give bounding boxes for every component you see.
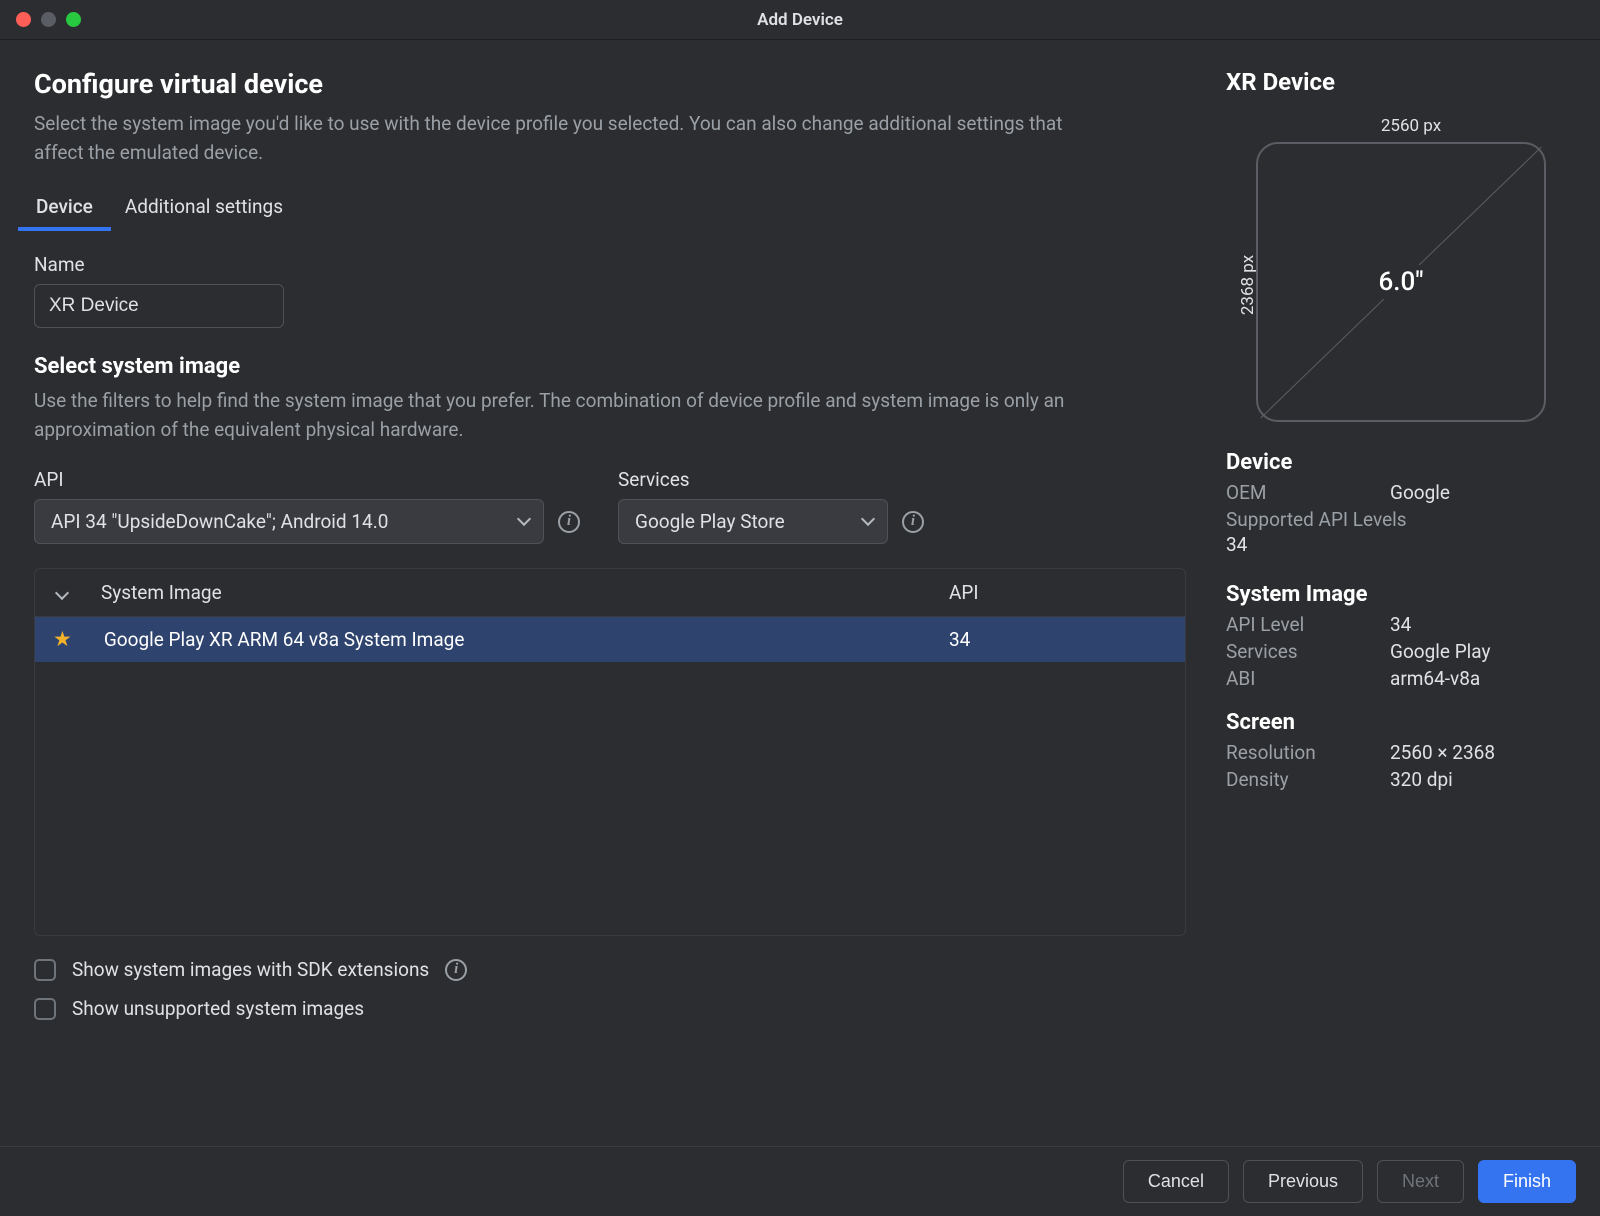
content-area: Configure virtual device Select the syst… xyxy=(0,40,1600,1146)
minimize-window-button[interactable] xyxy=(41,12,56,27)
detail-row-density: Density 320 dpi xyxy=(1226,768,1566,791)
window-title: Add Device xyxy=(757,10,843,30)
info-icon[interactable]: i xyxy=(558,511,580,533)
services-dropdown-value: Google Play Store xyxy=(635,510,785,533)
button-bar: Cancel Previous Next Finish xyxy=(0,1146,1600,1216)
column-api[interactable]: API xyxy=(949,581,1169,604)
api-level-label: API Level xyxy=(1226,613,1390,636)
abi-value: arm64-v8a xyxy=(1390,667,1480,690)
detail-row-resolution: Resolution 2560 × 2368 xyxy=(1226,741,1566,764)
side-panel: XR Device 2560 px 2368 px 6.0" Device OE… xyxy=(1226,68,1566,1146)
row-api: 34 xyxy=(949,628,1169,651)
info-icon[interactable]: i xyxy=(445,959,467,981)
api-dropdown-value: API 34 "UpsideDownCake"; Android 14.0 xyxy=(51,510,388,533)
detail-screen: Screen Resolution 2560 × 2368 Density 32… xyxy=(1226,710,1566,795)
api-levels-value: 34 xyxy=(1226,533,1566,556)
sdk-extensions-option: Show system images with SDK extensions i xyxy=(34,958,1186,981)
detail-system-image-heading: System Image xyxy=(1226,582,1566,607)
tabs: Device Additional settings xyxy=(34,185,1186,231)
detail-device-heading: Device xyxy=(1226,450,1566,475)
chevron-down-icon xyxy=(861,512,875,526)
detail-row-oem: OEM Google xyxy=(1226,481,1566,504)
device-preview: 2560 px 2368 px 6.0" xyxy=(1226,116,1566,422)
unsupported-checkbox[interactable] xyxy=(34,998,56,1020)
unsupported-label: Show unsupported system images xyxy=(72,997,364,1020)
finish-button[interactable]: Finish xyxy=(1478,1160,1576,1203)
tab-additional-settings[interactable]: Additional settings xyxy=(123,185,285,230)
filter-row: API API 34 "UpsideDownCake"; Android 14.… xyxy=(34,468,1186,544)
chevron-down-icon[interactable] xyxy=(55,585,69,599)
density-value: 320 dpi xyxy=(1390,768,1453,791)
api-filter-label: API xyxy=(34,468,580,491)
info-icon[interactable]: i xyxy=(902,511,924,533)
page-title: Configure virtual device xyxy=(34,68,1186,100)
detail-screen-heading: Screen xyxy=(1226,710,1566,735)
services-label: Services xyxy=(1226,640,1390,663)
api-filter-control: API 34 "UpsideDownCake"; Android 14.0 i xyxy=(34,499,580,544)
sdk-extensions-label: Show system images with SDK extensions xyxy=(72,958,429,981)
detail-system-image: System Image API Level 34 Services Googl… xyxy=(1226,582,1566,694)
density-label: Density xyxy=(1226,768,1390,791)
previous-button[interactable]: Previous xyxy=(1243,1160,1363,1203)
chevron-down-icon xyxy=(517,512,531,526)
cancel-button[interactable]: Cancel xyxy=(1123,1160,1229,1203)
name-label: Name xyxy=(34,253,1186,276)
system-image-description: Use the filters to help find the system … xyxy=(34,387,1094,444)
system-image-table: System Image API ★ Google Play XR ARM 64… xyxy=(34,568,1186,936)
titlebar: Add Device xyxy=(0,0,1600,40)
api-filter-block: API API 34 "UpsideDownCake"; Android 14.… xyxy=(34,468,580,544)
device-name-input[interactable] xyxy=(34,284,284,328)
row-name: Google Play XR ARM 64 v8a System Image xyxy=(104,628,949,651)
detail-device: Device OEM Google Supported API Levels 3… xyxy=(1226,450,1566,566)
api-dropdown[interactable]: API 34 "UpsideDownCake"; Android 14.0 xyxy=(34,499,544,544)
abi-label: ABI xyxy=(1226,667,1390,690)
maximize-window-button[interactable] xyxy=(66,12,81,27)
sdk-extensions-checkbox[interactable] xyxy=(34,959,56,981)
window: Add Device Configure virtual device Sele… xyxy=(0,0,1600,1216)
tab-device[interactable]: Device xyxy=(34,185,95,230)
next-button: Next xyxy=(1377,1160,1464,1203)
device-diagonal-size: 6.0" xyxy=(1368,265,1433,299)
detail-row-api-level: API Level 34 xyxy=(1226,613,1566,636)
table-row[interactable]: ★ Google Play XR ARM 64 v8a System Image… xyxy=(35,617,1185,662)
page-description: Select the system image you'd like to us… xyxy=(34,110,1094,167)
traffic-lights xyxy=(16,12,81,27)
device-width-label: 2560 px xyxy=(1256,116,1566,136)
side-panel-title: XR Device xyxy=(1226,68,1566,96)
oem-value: Google xyxy=(1390,481,1450,504)
table-header: System Image API xyxy=(35,569,1185,617)
services-filter-label: Services xyxy=(618,468,924,491)
system-image-heading: Select system image xyxy=(34,354,1186,379)
services-filter-control: Google Play Store i xyxy=(618,499,924,544)
resolution-label: Resolution xyxy=(1226,741,1390,764)
services-dropdown[interactable]: Google Play Store xyxy=(618,499,888,544)
star-icon: ★ xyxy=(53,627,72,652)
column-system-image[interactable]: System Image xyxy=(101,581,949,604)
detail-row-services: Services Google Play xyxy=(1226,640,1566,663)
oem-label: OEM xyxy=(1226,481,1390,504)
api-levels-label: Supported API Levels xyxy=(1226,508,1566,531)
unsupported-images-option: Show unsupported system images xyxy=(34,997,1186,1020)
resolution-value: 2560 × 2368 xyxy=(1390,741,1495,764)
services-filter-block: Services Google Play Store i xyxy=(618,468,924,544)
device-frame: 6.0" xyxy=(1256,142,1546,422)
detail-row-abi: ABI arm64-v8a xyxy=(1226,667,1566,690)
close-window-button[interactable] xyxy=(16,12,31,27)
main-panel: Configure virtual device Select the syst… xyxy=(34,68,1186,1146)
services-value: Google Play xyxy=(1390,640,1490,663)
api-level-value: 34 xyxy=(1390,613,1411,636)
